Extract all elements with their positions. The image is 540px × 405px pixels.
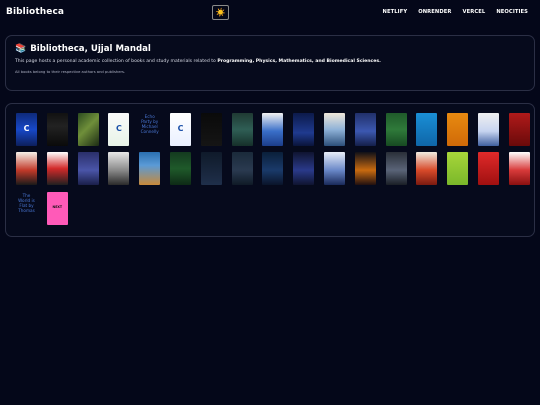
book-cover[interactable] [416,152,438,185]
book-cover[interactable] [324,152,345,185]
description-fields: Programming, Physics, Mathematics, and B… [217,59,381,64]
book-cover-broken[interactable]: The World is Flat by Thomas [16,192,37,225]
book-cover-title: C [23,124,30,133]
book-cover[interactable] [324,113,345,146]
book-cover[interactable] [447,113,469,146]
book-alt-text: The World is Flat by Thomas [18,193,35,214]
book-cover[interactable] [262,113,284,146]
page-description: This page hosts a personal academic coll… [15,59,525,65]
book-cover[interactable] [77,152,99,185]
book-cover[interactable] [231,113,253,146]
nav-link-vercel[interactable]: VERCEL [463,9,486,15]
book-cover[interactable]: C [170,113,191,146]
book-cover[interactable] [77,113,99,146]
book-cover[interactable] [354,152,376,185]
book-cover-title: C [115,124,122,133]
sun-icon: ☀️ [215,7,226,17]
next-page-button[interactable]: NEXT [46,192,68,225]
book-cover[interactable] [200,152,222,185]
book-cover[interactable]: C [16,113,37,146]
book-cover[interactable] [46,113,68,146]
next-page-label: NEXT [52,205,63,209]
book-cover[interactable] [293,113,315,146]
book-cover[interactable] [508,113,530,146]
page-title-text: Bibliotheca, Ujjal Mandal [30,44,151,54]
books-icon: 📚 [15,44,27,54]
book-cover[interactable] [385,113,407,146]
nav-link-neocities[interactable]: NEOCITIES [496,9,528,15]
book-cover[interactable] [416,113,438,146]
book-cover[interactable]: C [108,113,130,146]
mirror-links-nav: NETLIFY ONRENDER VERCEL NEOCITIES [383,9,528,15]
intro-card: 📚 Bibliotheca, Ujjal Mandal This page ho… [5,35,535,91]
book-cover[interactable] [293,152,315,185]
book-cover[interactable] [108,152,130,185]
book-cover[interactable] [262,152,284,185]
copyright-note: All books belong to their respective aut… [15,69,126,74]
book-cover[interactable] [354,113,376,146]
book-cover[interactable] [447,152,469,185]
book-cover[interactable] [508,152,530,185]
book-cover[interactable] [478,113,499,146]
book-cover-title: C [177,124,184,133]
book-cover-broken[interactable]: Echo Party by Michael Connelly [139,113,160,146]
nav-link-onrender[interactable]: ONRENDER [418,9,451,15]
book-cover[interactable] [46,152,68,185]
book-cover[interactable] [478,152,499,185]
page-title: 📚 Bibliotheca, Ujjal Mandal [15,44,525,54]
book-cover[interactable] [139,152,161,185]
book-gallery: C C Echo Party by Michael Connelly C The Wor… [5,103,540,237]
nav-link-netlify[interactable]: NETLIFY [383,9,408,15]
description-text: This page hosts a personal academic coll… [15,59,218,64]
book-cover[interactable] [16,152,37,185]
brand-title[interactable]: Bibliotheca [6,7,64,17]
top-navigation-bar: Bibliotheca ☀️ NETLIFY ONRENDER VERCEL N… [0,0,540,26]
book-cover[interactable] [385,152,407,185]
book-cover[interactable] [231,152,253,185]
book-alt-text: Echo Party by Michael Connelly [140,114,159,135]
book-cover[interactable] [200,113,222,146]
book-cover[interactable] [170,152,191,185]
theme-toggle-button[interactable]: ☀️ [212,5,229,20]
